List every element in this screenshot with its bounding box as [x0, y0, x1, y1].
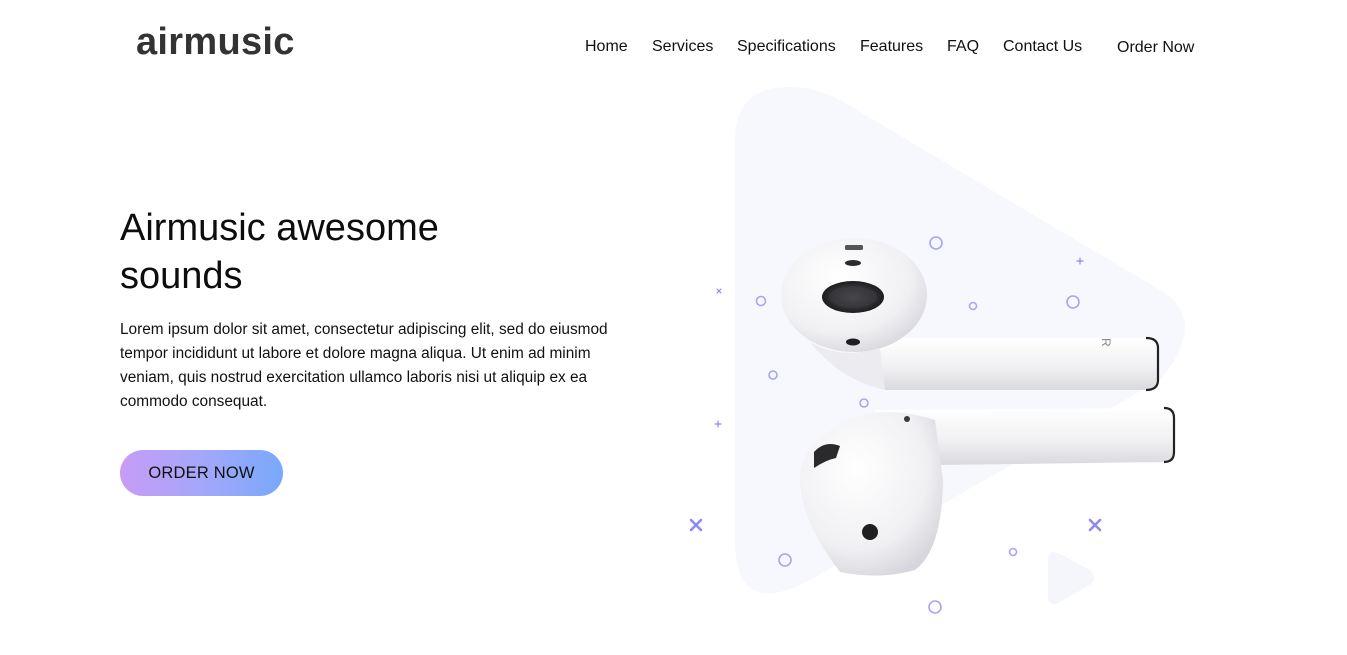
decor-x-mark — [716, 288, 722, 294]
airpod-left-earbud — [800, 406, 1176, 576]
airpods-illustration: R — [680, 80, 1210, 625]
decor-circle — [928, 600, 942, 614]
order-now-button[interactable]: ORDER NOW — [120, 450, 283, 496]
decor-x-mark — [689, 518, 703, 532]
nav-features[interactable]: Features — [860, 38, 923, 56]
hero-title-line-2: sounds — [120, 255, 243, 297]
decor-circle — [1008, 547, 1018, 557]
landing-page: airmusic Home Services Specifications Fe… — [0, 0, 1347, 655]
brand-logo[interactable]: airmusic — [136, 20, 295, 64]
decor-plus-mark — [714, 420, 722, 428]
nav-contact-us[interactable]: Contact Us — [1003, 38, 1082, 56]
play-shape-decoration — [1048, 552, 1094, 604]
decor-x-mark — [1088, 518, 1102, 532]
nav-specifications[interactable]: Specifications — [737, 38, 836, 56]
nav-services[interactable]: Services — [652, 38, 713, 56]
hero-title: Airmusic awesome sounds — [120, 204, 540, 300]
hero-title-line-1: Airmusic awesome — [120, 207, 439, 249]
hero-description: Lorem ipsum dolor sit amet, consectetur … — [120, 321, 608, 410]
nav-faq[interactable]: FAQ — [947, 38, 979, 56]
nav-home[interactable]: Home — [585, 38, 628, 56]
earbud-letter-label: R — [1099, 338, 1113, 347]
nav-order-now[interactable]: Order Now — [1117, 39, 1194, 57]
